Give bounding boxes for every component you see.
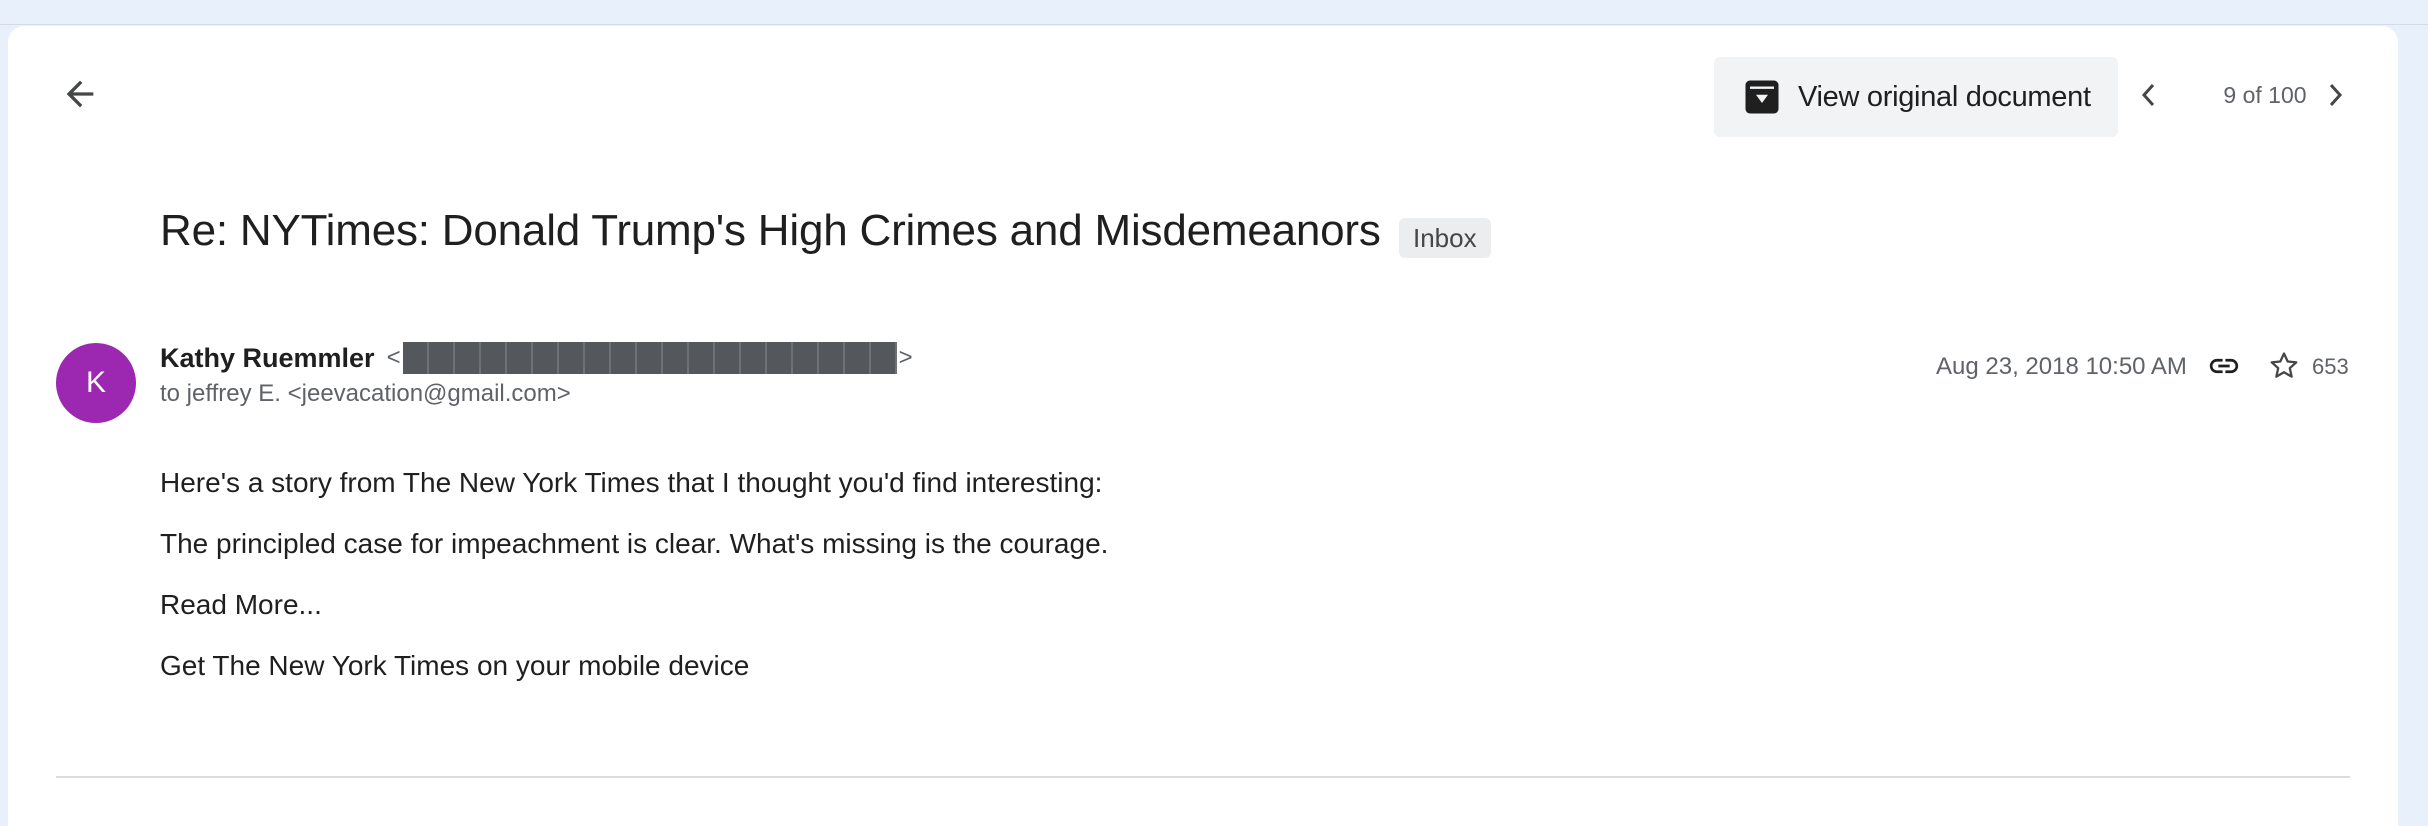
view-original-document-button[interactable]: View original document bbox=[1714, 57, 2118, 137]
arrow-left-icon bbox=[60, 74, 100, 119]
recipient-line[interactable]: to jeffrey E. <jeevacation@gmail.com> bbox=[160, 380, 571, 408]
read-more-link[interactable]: Read More... bbox=[160, 589, 322, 621]
star-button[interactable] bbox=[2264, 348, 2304, 388]
sender-name[interactable]: Kathy Ruemmler bbox=[160, 343, 375, 374]
sender-email-open-bracket: < bbox=[386, 344, 401, 371]
email-body-paragraph: The principled case for impeachment is c… bbox=[160, 528, 1109, 559]
link-icon bbox=[2207, 349, 2241, 388]
sender-avatar[interactable]: K bbox=[56, 343, 136, 423]
avatar-initial: K bbox=[85, 366, 106, 399]
email-date: Aug 23, 2018 10:50 AM bbox=[1936, 353, 2187, 380]
top-bar bbox=[0, 0, 2428, 25]
message-divider bbox=[56, 776, 2350, 778]
redacted-email-address bbox=[402, 342, 897, 374]
chevron-left-icon bbox=[2138, 82, 2160, 113]
email-card bbox=[8, 26, 2398, 826]
next-email-button[interactable] bbox=[2320, 76, 2350, 118]
email-body-paragraph: Here's a story from The New York Times t… bbox=[160, 467, 1103, 498]
copy-link-button[interactable] bbox=[2204, 348, 2244, 388]
star-count: 653 bbox=[2312, 354, 2349, 379]
email-subject: Re: NYTimes: Donald Trump's High Crimes … bbox=[160, 206, 1381, 255]
email-body-paragraph: Get The New York Times on your mobile de… bbox=[160, 650, 750, 681]
previous-email-button[interactable] bbox=[2134, 76, 2164, 118]
chevron-right-icon bbox=[2324, 82, 2346, 113]
pager-count: 9 of 100 bbox=[2223, 82, 2307, 108]
view-original-label: View original document bbox=[1798, 80, 2091, 113]
back-button[interactable] bbox=[56, 72, 104, 120]
sender-line: Kathy Ruemmler < > bbox=[160, 342, 913, 374]
star-icon bbox=[2267, 349, 2301, 388]
sender-email: < > bbox=[387, 342, 913, 374]
sender-email-close-bracket: > bbox=[898, 344, 913, 371]
inbox-label-badge[interactable]: Inbox bbox=[1399, 218, 1491, 258]
archive-download-icon bbox=[1744, 79, 1780, 115]
